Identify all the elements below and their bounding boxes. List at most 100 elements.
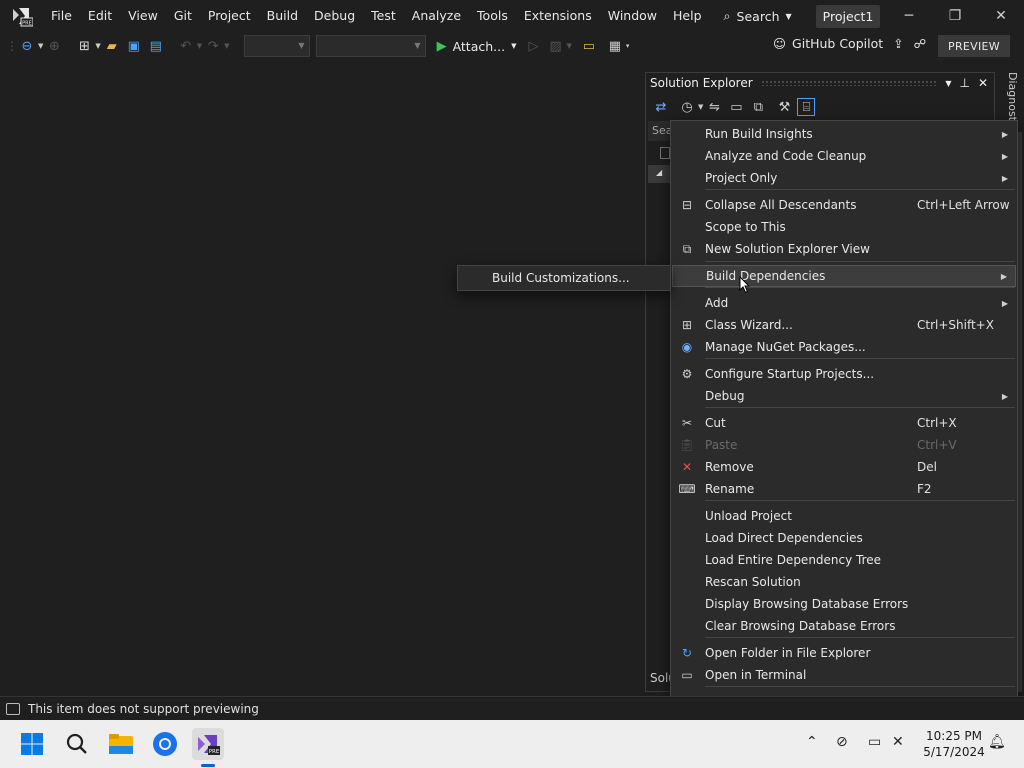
visual-studio-taskbar-icon[interactable]: PRE: [192, 728, 224, 760]
platform-dropdown[interactable]: ▼: [315, 35, 426, 57]
chevron-down-icon[interactable]: ▼: [224, 42, 229, 50]
menu-item-manage-nuget-packages[interactable]: ◉ Manage NuGet Packages...: [672, 336, 1016, 358]
close-button[interactable]: ✕: [978, 0, 1024, 32]
menu-item-display-browsing-database-errors[interactable]: Display Browsing Database Errors: [672, 593, 1016, 615]
properties-wrench-icon[interactable]: ⚒: [775, 98, 793, 116]
folder-view-icon[interactable]: ▭: [580, 37, 598, 55]
menu-git[interactable]: Git: [166, 0, 200, 32]
menu-item-shortcut: Ctrl+Left Arrow: [917, 198, 1010, 212]
menu-item-load-entire-dependency-tree[interactable]: Load Entire Dependency Tree: [672, 549, 1016, 571]
chevron-down-icon[interactable]: ▼: [38, 42, 43, 50]
menu-item-collapse-all-descendants[interactable]: ⊟ Collapse All Descendants Ctrl+Left Arrow: [672, 194, 1016, 216]
share-icon[interactable]: ⇪: [893, 36, 903, 51]
menu-build[interactable]: Build: [259, 0, 306, 32]
chevron-up-icon[interactable]: ⌃: [806, 734, 818, 750]
search-icon[interactable]: [61, 728, 93, 760]
chevron-down-icon[interactable]: ▼: [197, 42, 202, 50]
menu-tools[interactable]: Tools: [469, 0, 516, 32]
menu-item-build-dependencies[interactable]: Build Dependencies ▶: [672, 265, 1016, 287]
panel-drag-handle[interactable]: [760, 80, 938, 86]
start-without-debugging-icon[interactable]: ▷: [524, 37, 542, 55]
menu-debug[interactable]: Debug: [306, 0, 363, 32]
solution-explorer-search-input[interactable]: Sea: [648, 121, 672, 141]
right-scrollbar[interactable]: [1018, 132, 1022, 692]
menu-item-remove[interactable]: ✕ Remove Del: [672, 456, 1016, 478]
search-label: Search: [736, 8, 780, 24]
menu-edit[interactable]: Edit: [80, 0, 120, 32]
display-icon[interactable]: ▭: [868, 734, 881, 750]
pin-icon[interactable]: ⊥: [959, 76, 969, 90]
chevron-down-icon[interactable]: ▾: [626, 42, 630, 50]
feedback-icon[interactable]: ☍: [914, 36, 927, 51]
preview-button[interactable]: PREVIEW: [938, 35, 1010, 57]
attach-button[interactable]: ▶ Attach... ▼: [437, 39, 517, 54]
redo-icon[interactable]: ↷: [204, 37, 222, 55]
volume-muted-icon[interactable]: ✕: [892, 734, 904, 750]
layout-icon[interactable]: ▦: [606, 37, 624, 55]
menu-project[interactable]: Project: [200, 0, 259, 32]
chevron-down-icon[interactable]: ▼: [698, 103, 703, 111]
menu-item-add[interactable]: Add ▶: [672, 292, 1016, 314]
github-copilot-button[interactable]: ☺ GitHub Copilot ⇪ ☍: [773, 36, 926, 51]
menu-item-shortcut: Del: [917, 460, 937, 474]
configuration-dropdown[interactable]: ▼: [243, 35, 310, 57]
menu-item-load-direct-dependencies[interactable]: Load Direct Dependencies: [672, 527, 1016, 549]
menu-item-new-solution-explorer-view[interactable]: ⧉ New Solution Explorer View: [672, 238, 1016, 260]
menu-extensions[interactable]: Extensions: [516, 0, 600, 32]
menu-window[interactable]: Window: [600, 0, 665, 32]
menu-item-rename[interactable]: ⌨ Rename F2: [672, 478, 1016, 500]
system-clock[interactable]: 10:25 PM 5/17/2024: [920, 728, 988, 760]
new-project-icon[interactable]: ⊞: [75, 37, 93, 55]
chevron-down-icon[interactable]: ▼: [566, 42, 571, 50]
open-folder-icon[interactable]: ▰: [103, 37, 121, 55]
menu-item-label: Manage NuGet Packages...: [705, 340, 866, 354]
menu-item-debug[interactable]: Debug ▶: [672, 385, 1016, 407]
sync-icon[interactable]: ⇋: [705, 98, 723, 116]
notification-bell-icon[interactable]: 🔔︎: [988, 734, 1006, 750]
show-all-files-icon[interactable]: ⧉: [749, 98, 767, 116]
menu-analyze[interactable]: Analyze: [404, 0, 469, 32]
menu-item-run-build-insights[interactable]: Run Build Insights ▶: [672, 123, 1016, 145]
visual-studio-logo[interactable]: PRE: [11, 5, 34, 27]
menu-view[interactable]: View: [120, 0, 166, 32]
menu-item-open-in-terminal[interactable]: ▭ Open in Terminal: [672, 664, 1016, 686]
save-icon[interactable]: ▣: [125, 37, 143, 55]
menu-item-label: Cut: [705, 416, 726, 430]
preview-selected-icon[interactable]: ⌸: [797, 98, 816, 116]
back-navigation-icon[interactable]: ⊖: [18, 37, 36, 55]
windows-start-icon[interactable]: [16, 728, 48, 760]
menu-help[interactable]: Help: [665, 0, 710, 32]
menu-item-project-only[interactable]: Project Only ▶: [672, 167, 1016, 189]
menu-item-clear-browsing-database-errors[interactable]: Clear Browsing Database Errors: [672, 615, 1016, 637]
menu-item-open-folder-in-file-explorer[interactable]: ↻ Open Folder in File Explorer: [672, 642, 1016, 664]
save-all-icon[interactable]: ▤: [147, 37, 165, 55]
undo-icon[interactable]: ↶: [177, 37, 195, 55]
menu-item-analyze-and-code-cleanup[interactable]: Analyze and Code Cleanup ▶: [672, 145, 1016, 167]
menu-item-rescan-solution[interactable]: Rescan Solution: [672, 571, 1016, 593]
file-explorer-icon[interactable]: [105, 728, 137, 760]
restore-button[interactable]: ❐: [932, 0, 978, 32]
menu-item-unload-project[interactable]: Unload Project: [672, 505, 1016, 527]
browser-icon[interactable]: [149, 728, 181, 760]
menu-file[interactable]: File: [43, 0, 80, 32]
expand-arrow-icon[interactable]: ◢: [648, 165, 672, 183]
forward-navigation-icon[interactable]: ⊕: [45, 37, 63, 55]
chevron-down-icon[interactable]: ▼: [945, 79, 951, 88]
hot-reload-icon[interactable]: ▨: [546, 37, 564, 55]
menu-test[interactable]: Test: [363, 0, 404, 32]
switch-views-icon[interactable]: ⇄: [652, 98, 670, 116]
menu-item-class-wizard[interactable]: ⊞ Class Wizard... Ctrl+Shift+X: [672, 314, 1016, 336]
project-name-badge[interactable]: Project1: [815, 4, 881, 28]
collapse-all-icon[interactable]: ▭: [727, 98, 745, 116]
toolbar-grip[interactable]: ⋮: [6, 39, 18, 53]
menu-item-build-customizations[interactable]: Build Customizations...: [492, 271, 630, 285]
menu-item-scope-to-this[interactable]: Scope to This: [672, 216, 1016, 238]
chevron-down-icon[interactable]: ▼: [95, 42, 100, 50]
menu-item-cut[interactable]: ✂ Cut Ctrl+X: [672, 412, 1016, 434]
close-icon[interactable]: ✕: [978, 76, 988, 90]
network-icon[interactable]: ⊘: [836, 734, 848, 750]
menu-item-configure-startup-projects[interactable]: ⚙ Configure Startup Projects...: [672, 363, 1016, 385]
history-icon[interactable]: ◷: [678, 98, 696, 116]
search-button[interactable]: ⌕ Search ▼: [716, 8, 800, 24]
minimize-button[interactable]: ─: [886, 0, 932, 32]
